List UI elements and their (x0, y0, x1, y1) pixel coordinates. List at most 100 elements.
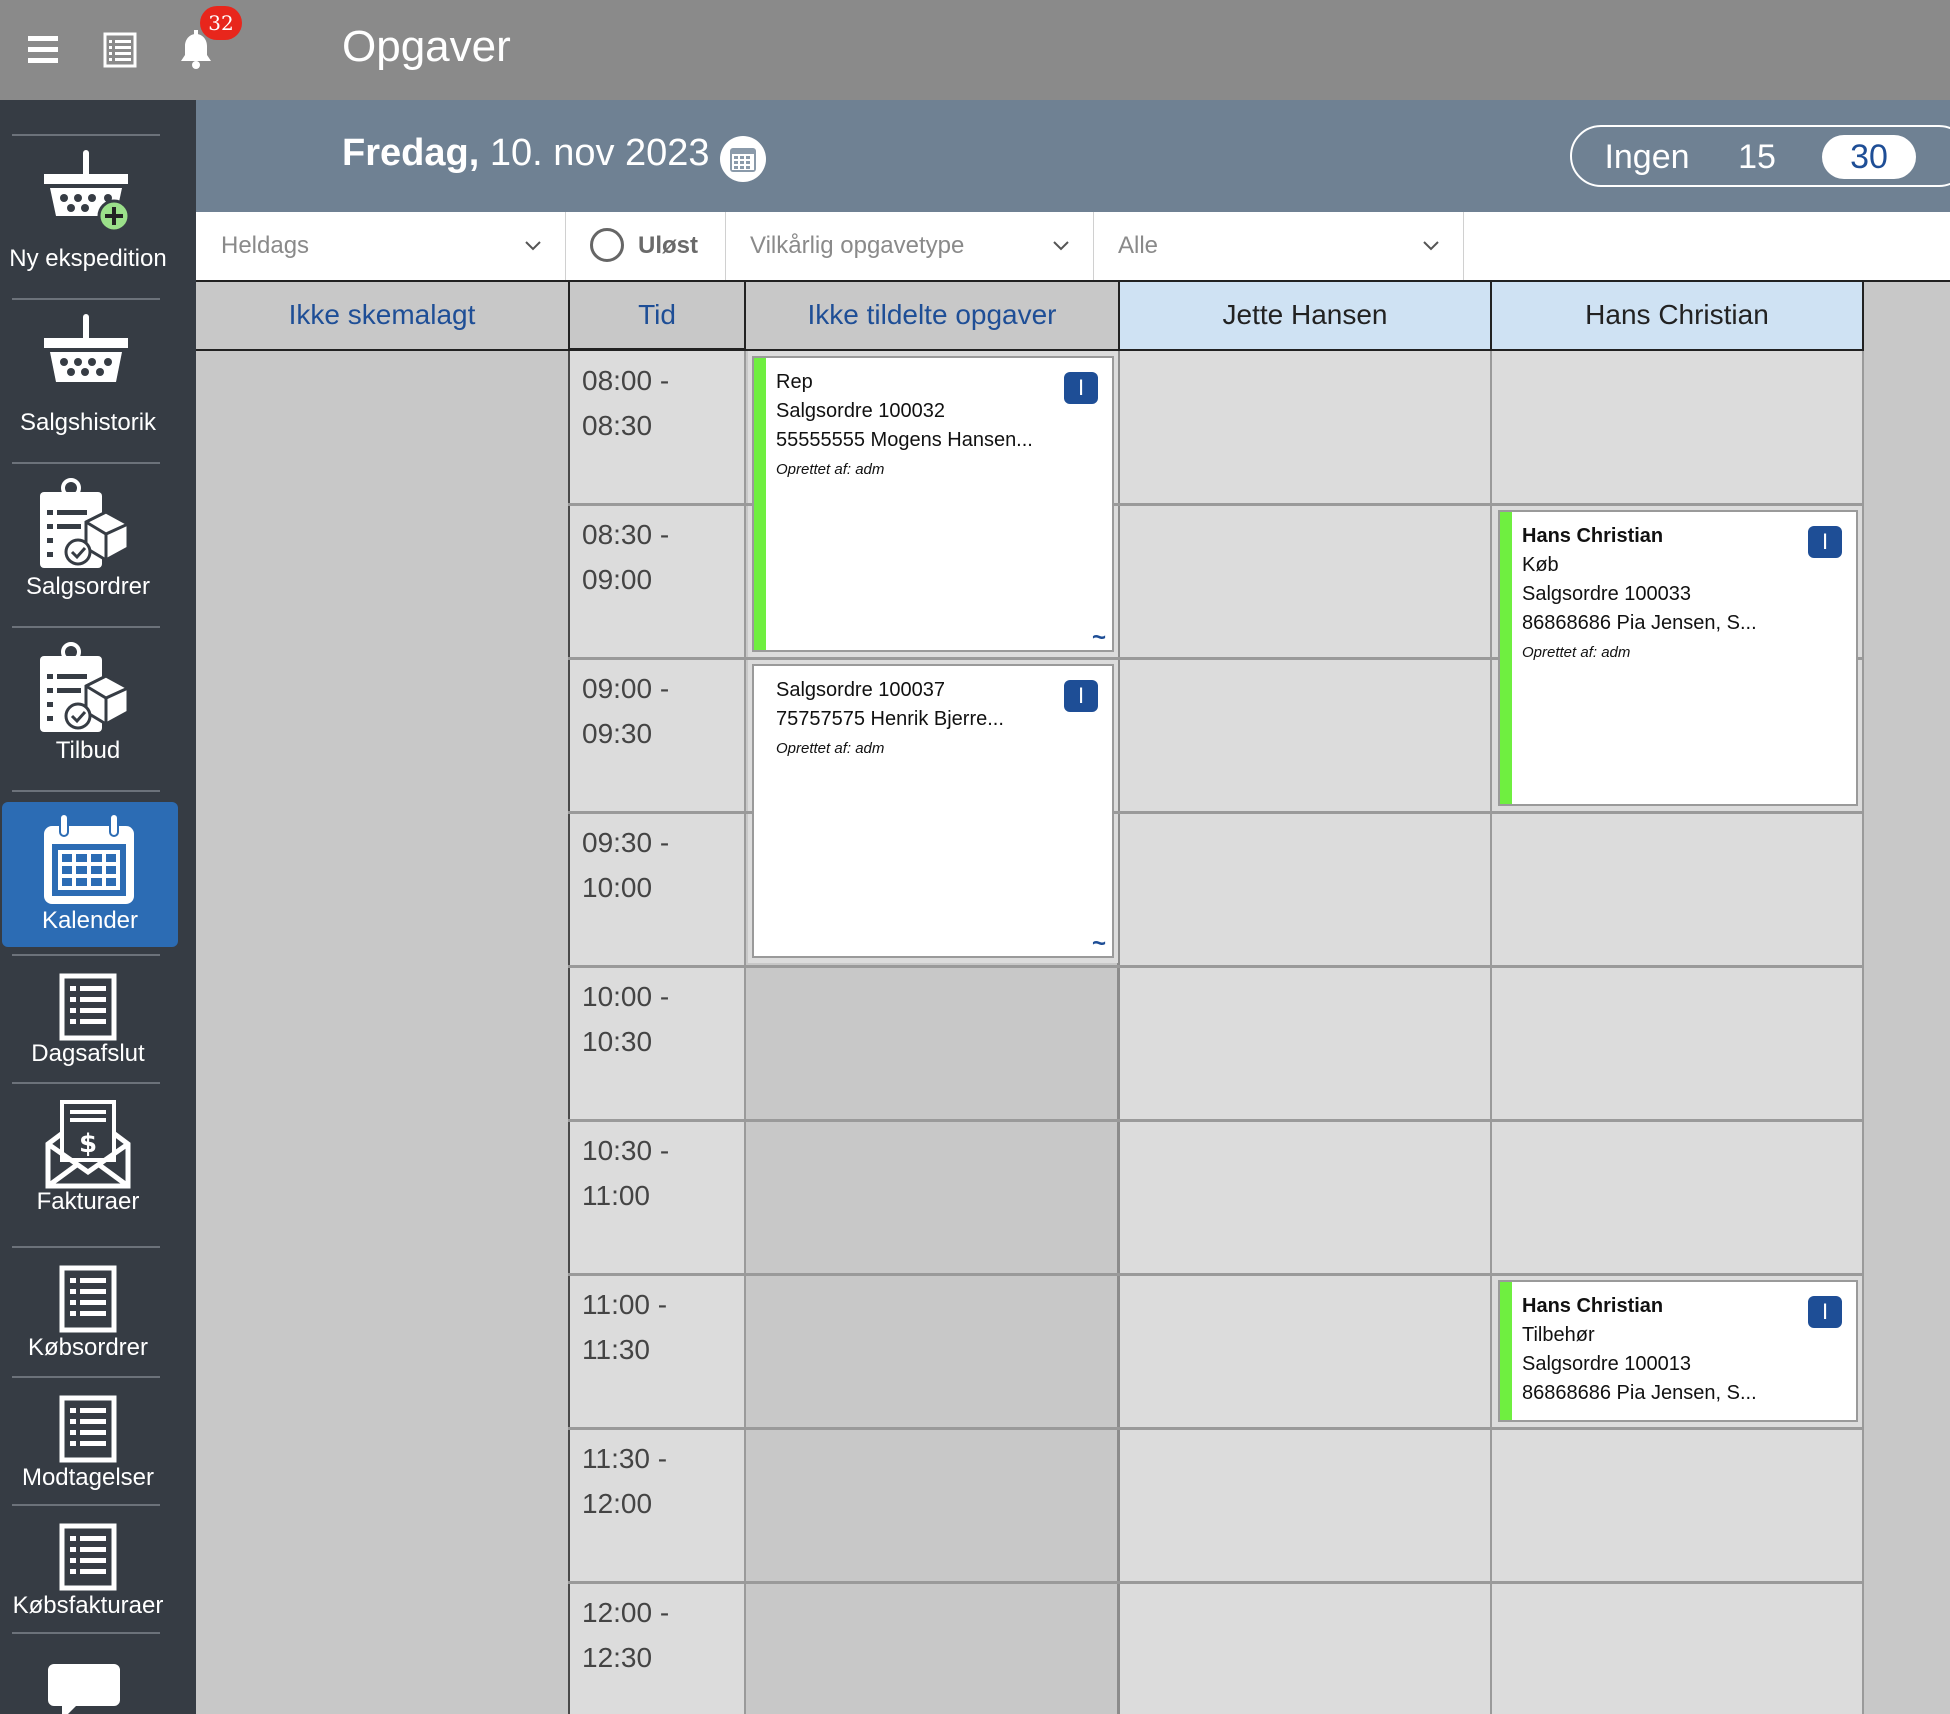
time-slot-start: 11:30 - (582, 1443, 668, 1474)
task-type: Tilbehør (1522, 1324, 1595, 1346)
heldags-dropdown[interactable]: Heldags (196, 212, 566, 280)
sidebar-item-fakturaer[interactable]: $ Fakturaer (0, 1088, 176, 1228)
resize-handle-icon[interactable]: ~ (1092, 930, 1106, 956)
task-card[interactable]: Hans Christian Køb Salgsordre 100033 868… (1498, 510, 1858, 806)
task-card[interactable]: Hans Christian Tilbehør Salgsordre 10001… (1498, 1280, 1858, 1422)
sidebar-item-label: Dagsafslut (31, 1040, 145, 1067)
basket-plus-icon (44, 150, 131, 233)
calendar-icon (44, 813, 134, 904)
status-bar (1500, 1282, 1512, 1420)
slot-divider (568, 1119, 1864, 1122)
task-type: Rep (776, 371, 813, 393)
sidebar-divider (12, 1376, 160, 1378)
task-created-by: Oprettet af: adm (776, 461, 885, 478)
column-header-hans-christian[interactable]: Hans Christian (1492, 282, 1864, 350)
time-slot-end: 10:30 (582, 1026, 653, 1057)
task-order: Salgsordre 100037 (776, 679, 946, 701)
task-card[interactable]: Rep Salgsordre 100032 55555555 Mogens Ha… (752, 356, 1114, 652)
sidebar-item-salgsordrer[interactable]: Salgsordrer (0, 468, 176, 613)
filter-bar: Heldags Uløst Vilkårlig opgavetype Alle (196, 212, 1950, 282)
sidebar-item-kalender[interactable]: Kalender (2, 802, 178, 947)
time-slot-start: 10:30 - (582, 1135, 670, 1166)
time-slot-end: 11:00 (582, 1180, 650, 1211)
current-date: Fredag, 10. nov 2023 (342, 132, 710, 175)
time-slot-end: 12:00 (582, 1488, 653, 1519)
chevron-down-icon (1053, 241, 1069, 251)
sidebar-item-ny-ekspedition[interactable]: Ny ekspedition (0, 140, 176, 285)
time-slot-start: 12:00 - (582, 1597, 670, 1628)
date-weekday: Fredag, (342, 132, 480, 174)
task-customer: 86868686 Pia Jensen, S... (1522, 612, 1757, 634)
sidebar-divider (12, 954, 160, 956)
alle-dropdown[interactable]: Alle (1094, 212, 1464, 280)
sidebar-item-salgshistorik[interactable]: Salgshistorik (0, 304, 176, 449)
slot-divider (568, 1427, 1864, 1430)
info-badge[interactable]: I (1064, 680, 1098, 712)
list-icon (59, 973, 117, 1041)
task-order: Salgsordre 100033 (1522, 583, 1692, 605)
resize-handle-icon[interactable]: ~ (1092, 624, 1106, 650)
sidebar-item-label: Fakturaer (36, 1188, 140, 1215)
sidebar-divider (12, 462, 160, 464)
date-header: Fredag, 10. nov 2023 Ingen 15 30 (196, 100, 1950, 212)
unscheduled-column[interactable] (196, 351, 568, 1714)
ulost-label: Uløst (638, 232, 698, 259)
task-created-by: Oprettet af: adm (1522, 644, 1631, 661)
interval-option-ingen[interactable]: Ingen (1592, 135, 1702, 179)
calendar-grid-icon (730, 148, 756, 172)
column-header-ikke-skemalagt[interactable]: Ikke skemalagt (196, 282, 568, 350)
document-list-icon[interactable] (92, 22, 148, 78)
date-value: 10. nov 2023 (489, 132, 710, 174)
sidebar-item-kobsfakturaer[interactable]: Købsfakturaer (0, 1510, 176, 1632)
task-type-dropdown[interactable]: Vilkårlig opgavetype (726, 212, 1094, 280)
time-slot-end: 12:30 (582, 1642, 653, 1673)
info-badge[interactable]: I (1808, 526, 1842, 558)
sidebar-divider (12, 626, 160, 628)
time-slot-end: 09:30 (582, 718, 653, 749)
sidebar-divider (12, 1082, 160, 1084)
time-slot: 12:00 - 12:30 (582, 1590, 732, 1680)
clipboard-box-icon (40, 478, 130, 568)
sidebar-item-label: Kalender (41, 907, 139, 934)
sidebar-item-label: Salgsordrer (25, 573, 151, 600)
column-header-tid[interactable]: Tid (568, 282, 746, 350)
column-header-ikke-tildelte[interactable]: Ikke tildelte opgaver (746, 282, 1120, 350)
clipboard-box-icon (40, 642, 130, 732)
sidebar-item-label: Tilbud (55, 737, 121, 764)
task-card[interactable]: Salgsordre 100037 75757575 Henrik Bjerre… (752, 664, 1114, 958)
time-slot-end: 11:30 (582, 1334, 650, 1365)
time-slot: 09:00 - 09:30 (582, 666, 732, 756)
task-type-value: Vilkårlig opgavetype (750, 232, 965, 259)
info-badge[interactable]: I (1808, 1296, 1842, 1328)
time-slot-start: 09:30 - (582, 827, 670, 858)
time-slot: 11:00 - 11:30 (582, 1282, 732, 1372)
sidebar-item-tilbud[interactable]: Tilbud (0, 632, 176, 777)
sidebar-item-chat[interactable] (0, 1640, 176, 1714)
ulost-toggle[interactable]: Uløst (566, 212, 726, 280)
interval-option-30-selected[interactable]: 30 (1822, 135, 1916, 179)
column-header-jette-hansen[interactable]: Jette Hansen (1120, 282, 1492, 350)
sidebar-item-label: Ny ekspedition (9, 245, 167, 272)
sidebar-item-dagsafslut[interactable]: Dagsafslut (0, 960, 176, 1080)
basket-icon (44, 314, 128, 382)
sidebar-item-modtagelser[interactable]: Modtagelser (0, 1382, 176, 1504)
sidebar-item-kobsordrer[interactable]: Købsordrer (0, 1252, 176, 1374)
time-slot: 11:30 - 12:00 (582, 1436, 732, 1526)
jette-hansen-column[interactable] (1120, 351, 1492, 1714)
top-bar: 32 Opgaver (0, 0, 1950, 100)
sidebar: Ny ekspedition Salgshistorik Salgsordrer (0, 100, 196, 1714)
slot-divider (568, 1273, 1864, 1276)
calendar-picker-button[interactable] (720, 136, 766, 182)
hamburger-menu-icon[interactable] (16, 22, 72, 78)
task-created-by: Oprettet af: adm (776, 740, 885, 757)
slot-divider (568, 1581, 1864, 1584)
list-icon (59, 1395, 117, 1463)
alle-value: Alle (1118, 232, 1159, 259)
slot-divider (568, 965, 1864, 968)
time-slot: 09:30 - 10:00 (582, 820, 732, 910)
info-badge[interactable]: I (1064, 372, 1098, 404)
sidebar-item-label: Købsfakturaer (12, 1592, 164, 1619)
interval-option-15[interactable]: 15 (1722, 135, 1792, 179)
invoice-envelope-icon: $ (45, 1100, 131, 1189)
time-slot: 10:00 - 10:30 (582, 974, 732, 1064)
